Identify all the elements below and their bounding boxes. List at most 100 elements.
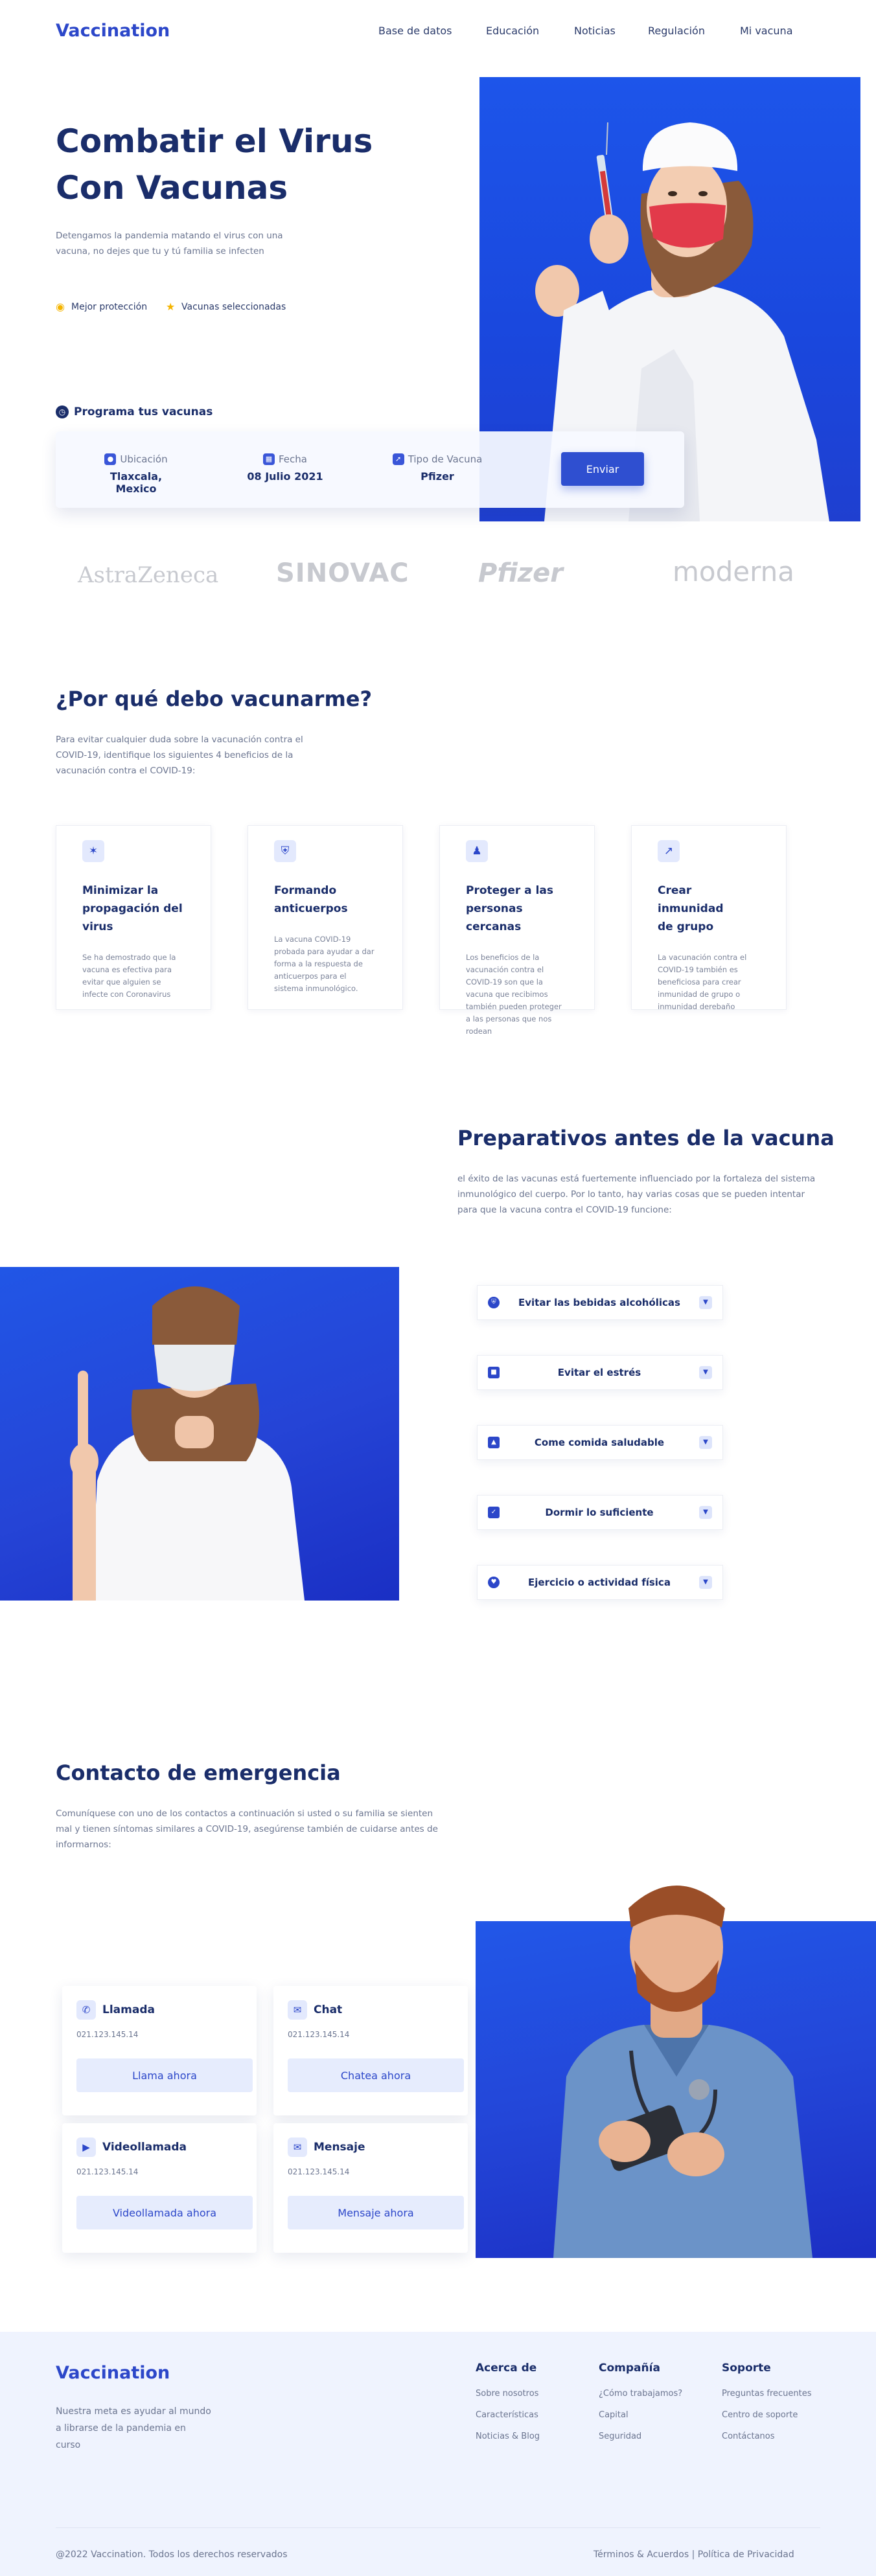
people-icon: ♟: [466, 840, 488, 862]
hero-title-line-1: Combatir el Virus: [56, 122, 373, 160]
benefit-description: La vacuna COVID-19 probada para ayudar a…: [274, 935, 375, 993]
footer-link[interactable]: Centro de soporte: [722, 2410, 812, 2420]
contact-card-title: Mensaje: [314, 2141, 365, 2154]
contact-card-title: Chat: [314, 2003, 343, 2016]
doctor-photo: [476, 1886, 876, 2258]
accordion-label: Ejercicio o actividad física: [528, 1577, 671, 1588]
video-icon: ▶: [76, 2137, 96, 2157]
syringe-icon: ➚: [392, 453, 404, 465]
virus-icon: ✶: [82, 840, 104, 862]
shield-icon: ⛨: [274, 840, 296, 862]
footer-copyright: @2022 Vaccination. Todos los derechos re…: [56, 2549, 288, 2560]
footer-divider: [56, 2527, 820, 2528]
shield-icon: ⛨: [488, 1297, 500, 1308]
benefit-description: Se ha demostrado que la vacuna es efecti…: [82, 953, 176, 999]
sleep-icon: ✓: [488, 1507, 500, 1518]
accordion-item[interactable]: ■ Evitar el estrés ▼: [477, 1355, 723, 1390]
contact-section-subtitle: Comuníquese con uno de los contactos a c…: [56, 1808, 438, 1850]
accordion-label: Evitar el estrés: [557, 1367, 641, 1378]
contact-card-call: ✆ Llamada 021.123.145.14 Llama ahora: [62, 1986, 257, 2115]
vaccine-type-value[interactable]: Pfizer: [382, 470, 492, 483]
brand-astrazeneca-logo: AstraZeneca: [78, 562, 219, 588]
contact-phone: 021.123.145.14: [76, 2167, 139, 2176]
accordion-label: Evitar las bebidas alcohólicas: [518, 1297, 680, 1308]
brand-pfizer-logo: Pfizer: [478, 558, 563, 588]
footer-column-company: Compañía ¿Cómo trabajamos? Capital Segur…: [599, 2362, 682, 2453]
date-field[interactable]: ▦ Fecha 08 Julio 2021: [240, 453, 330, 483]
footer-logo[interactable]: Vaccination: [56, 2363, 170, 2383]
contact-phone: 021.123.145.14: [76, 2030, 139, 2039]
message-now-button[interactable]: Mensaje ahora: [288, 2196, 464, 2229]
program-vaccines-label: ◷ Programa tus vacunas: [56, 405, 213, 418]
footer-column-title: Compañía: [599, 2362, 660, 2375]
chevron-down-icon[interactable]: ▼: [699, 1576, 712, 1589]
prep-section-subtitle: el éxito de las vacunas está fuertemente…: [457, 1174, 816, 1215]
nav-regulacion[interactable]: Regulación: [648, 25, 705, 37]
contact-card-title: Videollamada: [102, 2141, 187, 2154]
footer-link[interactable]: Preguntas frecuentes: [722, 2389, 812, 2399]
contact-card-message: ✉ Mensaje 021.123.145.14 Mensaje ahora: [273, 2123, 468, 2253]
call-now-button[interactable]: Llama ahora: [76, 2058, 253, 2092]
badge-vacunas-seleccionadas: ★ Vacunas seleccionadas: [166, 301, 286, 313]
footer-column-about: Acerca de Sobre nosotros Características…: [476, 2362, 540, 2453]
nav-base-de-datos[interactable]: Base de datos: [378, 25, 452, 37]
chat-now-button[interactable]: Chatea ahora: [288, 2058, 464, 2092]
submit-button[interactable]: Enviar: [561, 452, 644, 486]
accordion-label: Come comida saludable: [534, 1437, 665, 1448]
videocall-now-button[interactable]: Videollamada ahora: [76, 2196, 253, 2229]
badge-mejor-proteccion: ◉ Mejor protección: [56, 301, 148, 313]
date-value[interactable]: 08 Julio 2021: [240, 470, 330, 483]
footer-link[interactable]: Características: [476, 2410, 540, 2420]
footer-legal-links[interactable]: Términos & Acuerdos | Política de Privac…: [594, 2549, 794, 2560]
hero-title-line-2: Con Vacunas: [56, 169, 288, 207]
nav-educacion[interactable]: Educación: [486, 25, 539, 37]
date-label: Fecha: [279, 453, 307, 465]
contact-phone: 021.123.145.14: [288, 2167, 350, 2176]
location-value[interactable]: Tlaxcala, Mexico: [91, 470, 181, 495]
shield-badge-icon: ◉: [56, 301, 65, 313]
chevron-down-icon[interactable]: ▼: [699, 1436, 712, 1449]
accordion-item[interactable]: ⛨ Evitar las bebidas alcohólicas ▼: [477, 1285, 723, 1320]
brand-moderna-logo: moderna: [673, 556, 794, 587]
chevron-down-icon[interactable]: ▼: [699, 1506, 712, 1519]
prep-woman-photo: [0, 1267, 399, 1601]
site-logo[interactable]: Vaccination: [56, 21, 170, 41]
benefit-title: Proteger a las personas cercanas: [466, 884, 553, 933]
why-section-subtitle: Para evitar cualquier duda sobre la vacu…: [56, 735, 303, 776]
accordion-item[interactable]: ✓ Dormir lo suficiente ▼: [477, 1495, 723, 1530]
prep-section-title: Preparativos antes de la vacuna: [457, 1126, 835, 1150]
chart-icon: ↗: [658, 840, 680, 862]
footer-column-title: Soporte: [722, 2362, 771, 2375]
benefit-description: Los beneficios de la vacunación contra e…: [466, 953, 562, 1036]
location-field[interactable]: ● Ubicación Tlaxcala, Mexico: [91, 453, 181, 495]
chevron-down-icon[interactable]: ▼: [699, 1296, 712, 1309]
contact-card-videocall: ▶ Videollamada 021.123.145.14 Videollamad…: [62, 2123, 257, 2253]
benefit-card: ✶ Minimizar la propagación del virus Se h…: [56, 825, 211, 1010]
footer-link[interactable]: Contáctanos: [722, 2432, 812, 2441]
nav-mi-vacuna[interactable]: Mi vacuna: [740, 25, 793, 37]
footer-link[interactable]: Seguridad: [599, 2432, 682, 2441]
calendar-icon: ▦: [263, 453, 275, 465]
vaccine-type-field[interactable]: ➚ Tipo de Vacuna Pfizer: [382, 453, 492, 483]
contact-phone: 021.123.145.14: [288, 2030, 350, 2039]
accordion-item[interactable]: ♥ Ejercicio o actividad física ▼: [477, 1565, 723, 1600]
why-section-title: ¿Por qué debo vacunarme?: [56, 687, 373, 711]
benefit-title: Minimizar la propagación del virus: [82, 884, 183, 933]
footer-link[interactable]: Capital: [599, 2410, 682, 2420]
benefit-title: Crear inmunidad de grupo: [658, 884, 724, 933]
clock-icon: ◷: [56, 405, 69, 418]
footer-link[interactable]: Noticias & Blog: [476, 2432, 540, 2441]
star-badge-icon: ★: [166, 301, 176, 313]
contact-section-title: Contacto de emergencia: [56, 1761, 341, 1785]
hero-title: Combatir el Virus Con Vacunas: [56, 118, 393, 211]
chevron-down-icon[interactable]: ▼: [699, 1366, 712, 1379]
accordion-item[interactable]: ▲ Come comida saludable ▼: [477, 1425, 723, 1460]
chat-icon: ✉: [288, 2000, 307, 2020]
badge-label: Mejor protección: [71, 302, 148, 312]
footer-link[interactable]: Sobre nosotros: [476, 2389, 540, 2399]
contact-card-title: Llamada: [102, 2003, 155, 2016]
footer-link[interactable]: ¿Cómo trabajamos?: [599, 2389, 682, 2399]
nav-noticias[interactable]: Noticias: [574, 25, 616, 37]
benefit-card: ♟ Proteger a las personas cercanas Los be…: [439, 825, 595, 1036]
benefit-description: La vacunación contra el COVID-19 también…: [658, 953, 747, 1011]
